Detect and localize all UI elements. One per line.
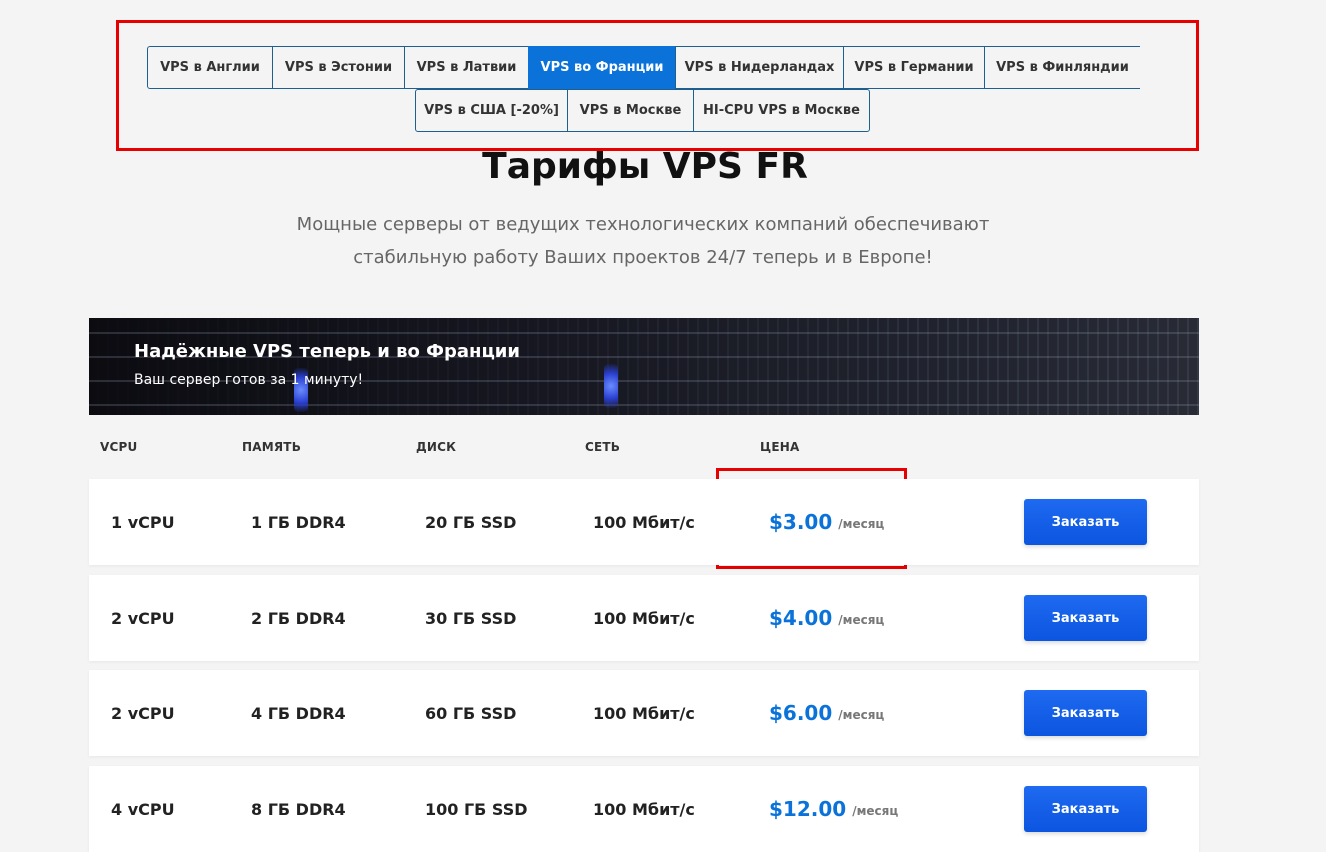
plan-price-cell: $4.00 /месяц bbox=[769, 575, 884, 661]
tab-vps-france[interactable]: VPS во Франции bbox=[528, 46, 676, 89]
plan-vcpu: 4 vCPU bbox=[111, 799, 175, 819]
tab-vps-moscow[interactable]: VPS в Москве bbox=[567, 89, 694, 132]
plan-network: 100 Мбит/с bbox=[593, 608, 695, 628]
plan-disk: 100 ГБ SSD bbox=[425, 799, 528, 819]
order-button[interactable]: Заказать bbox=[1024, 786, 1147, 832]
column-header-vcpu: VCPU bbox=[100, 440, 138, 454]
plan-price-period: /месяц bbox=[838, 517, 885, 531]
banner-subtitle: Ваш сервер готов за 1 минуту! bbox=[134, 372, 364, 388]
plan-price-cell: $6.00 /месяц bbox=[769, 670, 884, 756]
plan-memory: 8 ГБ DDR4 bbox=[251, 799, 346, 819]
order-button[interactable]: Заказать bbox=[1024, 690, 1147, 736]
tab-vps-england[interactable]: VPS в Англии bbox=[147, 46, 273, 89]
column-header-price: ЦЕНА bbox=[760, 440, 800, 454]
plan-price-period: /месяц bbox=[838, 708, 885, 722]
banner-title: Надёжные VPS теперь и во Франции bbox=[134, 341, 521, 362]
plan-row: 2 vCPU 2 ГБ DDR4 30 ГБ SSD 100 Мбит/с $4… bbox=[89, 575, 1199, 661]
plan-row: 4 vCPU 8 ГБ DDR4 100 ГБ SSD 100 Мбит/с $… bbox=[89, 766, 1199, 852]
plan-disk: 60 ГБ SSD bbox=[425, 703, 517, 723]
plan-price-period: /месяц bbox=[838, 613, 885, 627]
tab-vps-usa[interactable]: VPS в США [-20%] bbox=[415, 89, 568, 132]
plan-network: 100 Мбит/с bbox=[593, 703, 695, 723]
plan-price: $6.00 bbox=[769, 701, 833, 725]
page-subtitle: Мощные серверы от ведущих технологически… bbox=[293, 208, 993, 274]
plan-memory: 2 ГБ DDR4 bbox=[251, 608, 346, 628]
tab-vps-germany[interactable]: VPS в Германии bbox=[843, 46, 985, 89]
plan-memory: 1 ГБ DDR4 bbox=[251, 512, 346, 532]
column-header-memory: ПАМЯТЬ bbox=[242, 440, 302, 454]
hero-banner: Надёжные VPS теперь и во Франции Ваш сер… bbox=[89, 318, 1199, 415]
subtitle-line-2: стабильную работу Ваших проектов 24/7 те… bbox=[353, 247, 933, 268]
tab-vps-latvia[interactable]: VPS в Латвии bbox=[404, 46, 529, 89]
plan-disk: 30 ГБ SSD bbox=[425, 608, 517, 628]
plan-price-cell: $12.00 /месяц bbox=[769, 766, 898, 852]
plan-price-cell: $3.00 /месяц bbox=[769, 479, 884, 565]
plan-disk: 20 ГБ SSD bbox=[425, 512, 517, 532]
plan-price: $12.00 bbox=[769, 797, 847, 821]
subtitle-line-1: Мощные серверы от ведущих технологически… bbox=[296, 214, 990, 235]
column-header-disk: ДИСК bbox=[416, 440, 457, 454]
order-button[interactable]: Заказать bbox=[1024, 595, 1147, 641]
plan-price: $3.00 bbox=[769, 510, 833, 534]
tab-vps-netherlands[interactable]: VPS в Нидерландах bbox=[675, 46, 844, 89]
country-tabs-row-1: VPS в Англии VPS в Эстонии VPS в Латвии … bbox=[147, 46, 1140, 89]
tab-vps-finland[interactable]: VPS в Финляндии bbox=[984, 46, 1140, 89]
plan-row: 2 vCPU 4 ГБ DDR4 60 ГБ SSD 100 Мбит/с $6… bbox=[89, 670, 1199, 756]
plan-row: 1 vCPU 1 ГБ DDR4 20 ГБ SSD 100 Мбит/с $3… bbox=[89, 479, 1199, 565]
column-header-network: СЕТЬ bbox=[585, 440, 621, 454]
plan-network: 100 Мбит/с bbox=[593, 512, 695, 532]
order-button[interactable]: Заказать bbox=[1024, 499, 1147, 545]
country-tabs-row-2: VPS в США [-20%] VPS в Москве HI-CPU VPS… bbox=[415, 89, 870, 132]
tab-hicpu-vps-moscow[interactable]: HI-CPU VPS в Москве bbox=[693, 89, 870, 132]
plan-price-period: /месяц bbox=[852, 804, 899, 818]
plan-vcpu: 2 vCPU bbox=[111, 608, 175, 628]
plan-network: 100 Мбит/с bbox=[593, 799, 695, 819]
server-led-icon bbox=[604, 364, 618, 408]
plan-vcpu: 1 vCPU bbox=[111, 512, 175, 532]
page-title: Тарифы VPS FR bbox=[482, 146, 808, 187]
plan-price: $4.00 bbox=[769, 606, 833, 630]
plan-memory: 4 ГБ DDR4 bbox=[251, 703, 346, 723]
tab-vps-estonia[interactable]: VPS в Эстонии bbox=[272, 46, 405, 89]
plan-vcpu: 2 vCPU bbox=[111, 703, 175, 723]
